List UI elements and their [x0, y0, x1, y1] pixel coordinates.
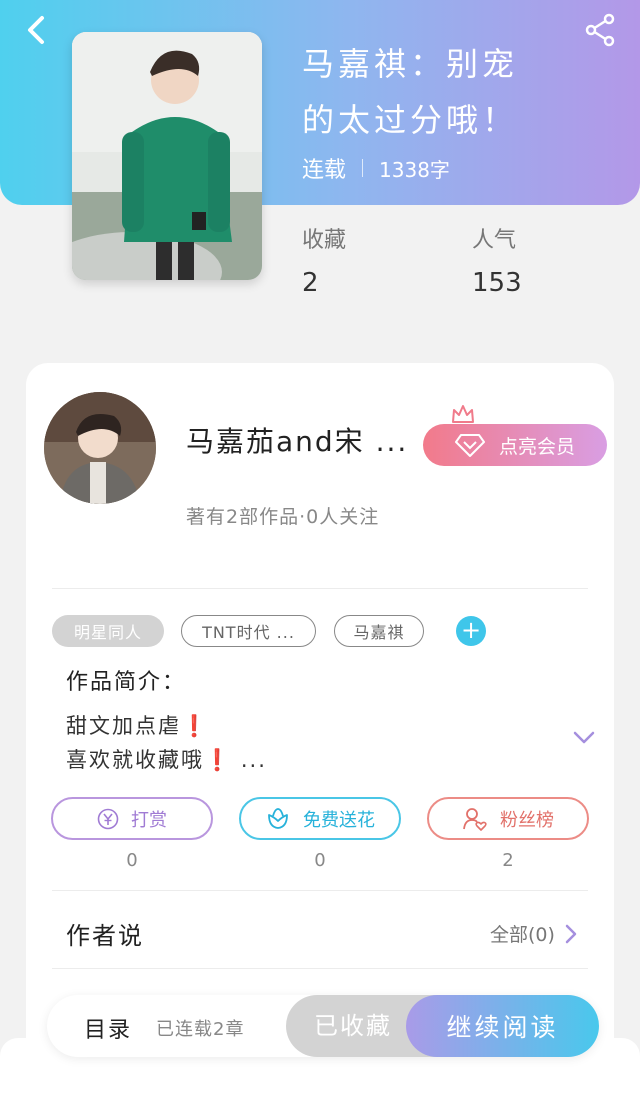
chevron-left-icon	[28, 16, 44, 44]
favorites-value: 2	[302, 268, 319, 298]
section-divider	[52, 968, 588, 969]
word-count: 1338字	[379, 157, 450, 182]
favorites-label: 收藏	[302, 228, 347, 253]
crown-icon	[451, 404, 475, 424]
reward-count: 0	[126, 850, 138, 871]
send-flower-button[interactable]: 免费送花	[239, 797, 401, 840]
back-button[interactable]	[18, 12, 58, 52]
flower-icon	[268, 807, 288, 829]
meta-divider	[362, 159, 364, 177]
fans-ranking-label: 粉丝榜	[500, 809, 554, 831]
tag-item[interactable]: 马嘉祺	[334, 615, 424, 647]
author-says-all-link[interactable]: 全部(0)	[490, 920, 581, 947]
exclamation-icon: ❗	[181, 714, 210, 738]
continue-reading-button[interactable]: 继续阅读	[406, 995, 599, 1057]
status-label: 连载	[302, 158, 347, 183]
avatar-image	[44, 392, 156, 504]
user-heart-icon	[463, 807, 487, 831]
add-tag-button[interactable]: +	[456, 616, 486, 646]
intro-line-2: 喜欢就收藏哦❗ ...	[66, 744, 267, 774]
intro-title: 作品简介：	[66, 670, 187, 695]
author-says-title: 作者说	[66, 922, 144, 950]
popularity-label: 人气	[472, 228, 517, 253]
book-meta: 连载 1338字	[302, 152, 450, 184]
chevron-down-icon	[573, 731, 595, 744]
section-divider	[52, 890, 588, 891]
title-line-1: 马嘉祺：别宠	[302, 45, 519, 83]
author-works-info: 著有2部作品·0人关注	[186, 506, 380, 528]
intro-ellipsis: ...	[240, 748, 267, 772]
exclamation-icon: ❗	[204, 748, 233, 772]
book-cover[interactable]	[72, 32, 262, 280]
intro-line-1: 甜文加点虐❗	[66, 710, 209, 740]
popularity-value: 153	[472, 268, 522, 298]
book-title: 马嘉祺：别宠 的太过分哦！	[302, 36, 602, 148]
popularity-stat: 人气 153	[472, 222, 522, 298]
section-divider	[52, 588, 588, 589]
avatar[interactable]	[44, 392, 156, 504]
flower-count: 0	[314, 850, 326, 871]
tag-item[interactable]: 明星同人	[52, 615, 164, 647]
author-name[interactable]: 马嘉茄and宋 ...	[186, 420, 408, 460]
vip-label: 点亮会员	[498, 435, 575, 458]
author-says-all-label: 全部(0)	[490, 924, 555, 946]
reward-button[interactable]: 打赏	[51, 797, 213, 840]
chapter-count: 已连载2章	[156, 1019, 245, 1040]
intro-text-2: 喜欢就收藏哦	[66, 748, 204, 772]
cover-image	[72, 32, 262, 280]
table-of-contents-button[interactable]: 目录	[84, 1012, 132, 1044]
tag-item[interactable]: TNT时代 ...	[181, 615, 316, 647]
vip-button[interactable]: 点亮会员	[423, 424, 607, 466]
fans-count: 2	[502, 850, 514, 871]
plus-icon: +	[460, 616, 482, 644]
send-flower-label: 免费送花	[303, 809, 375, 831]
expand-intro-button[interactable]	[572, 728, 596, 748]
favorites-stat: 收藏 2	[302, 222, 346, 298]
reward-label: 打赏	[131, 809, 167, 831]
diamond-icon	[454, 434, 485, 457]
intro-text-1: 甜文加点虐	[66, 714, 181, 738]
fans-ranking-button[interactable]: 粉丝榜	[427, 797, 589, 840]
title-line-2: 的太过分哦！	[302, 101, 519, 139]
chevron-right-icon	[565, 924, 577, 943]
yen-coin-icon	[97, 808, 119, 829]
